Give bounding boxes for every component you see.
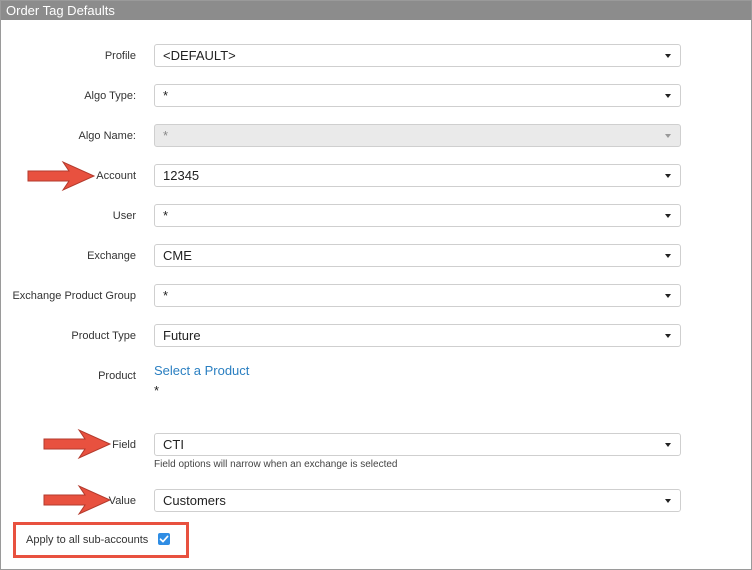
chevron-down-icon [665,443,671,447]
account-label: Account [96,170,136,182]
product-type-value: Future [163,328,201,343]
user-value: * [163,208,169,223]
exchange-select[interactable]: CME [154,244,681,267]
account-select[interactable]: 12345 [154,164,681,187]
field-label: Field [112,439,136,451]
chevron-down-icon [665,334,671,338]
algo-type-value: * [163,88,169,103]
profile-value: <DEFAULT> [163,48,236,63]
profile-label: Profile [104,50,136,62]
account-value: 12345 [163,168,200,183]
product-label: Product [98,370,136,382]
chevron-down-icon [665,134,671,138]
field-value: CTI [163,437,184,452]
profile-select[interactable]: <DEFAULT> [154,44,681,67]
product-value: * [154,383,160,398]
field-hint: Field options will narrow when an exchan… [154,459,398,470]
algo-name-select: * [154,124,681,147]
algo-type-select[interactable]: * [154,84,681,107]
user-label: User [112,210,136,222]
exchange-product-group-label: Exchange Product Group [12,290,136,302]
exchange-product-group-value: * [163,288,169,303]
apply-all-checkbox[interactable] [158,533,170,545]
field-select[interactable]: CTI [154,433,681,456]
algo-name-value: * [163,128,169,143]
apply-all-label: Apply to all sub-accounts [26,534,149,546]
exchange-product-group-select[interactable]: * [154,284,681,307]
user-select[interactable]: * [154,204,681,227]
chevron-down-icon [665,174,671,178]
chevron-down-icon [665,214,671,218]
chevron-down-icon [665,254,671,258]
value-value: Customers [163,493,226,508]
exchange-label: Exchange [87,250,136,262]
window-title: Order Tag Defaults [1,1,751,20]
chevron-down-icon [665,94,671,98]
value-select[interactable]: Customers [154,489,681,512]
chevron-down-icon [665,499,671,503]
check-icon [159,535,169,543]
select-product-link[interactable]: Select a Product [154,363,249,378]
algo-name-label: Algo Name: [78,130,136,142]
annotation-arrow-icon [27,160,96,192]
annotation-arrow-icon [43,428,112,460]
chevron-down-icon [665,294,671,298]
algo-type-label: Algo Type: [84,90,136,102]
exchange-value: CME [163,248,192,263]
value-label: Value [108,495,136,507]
product-type-select[interactable]: Future [154,324,681,347]
product-type-label: Product Type [71,330,136,342]
chevron-down-icon [665,54,671,58]
order-tag-defaults-panel: Order Tag Defaults Profile <DEFAULT> Alg… [0,0,752,570]
annotation-arrow-icon [43,484,112,516]
